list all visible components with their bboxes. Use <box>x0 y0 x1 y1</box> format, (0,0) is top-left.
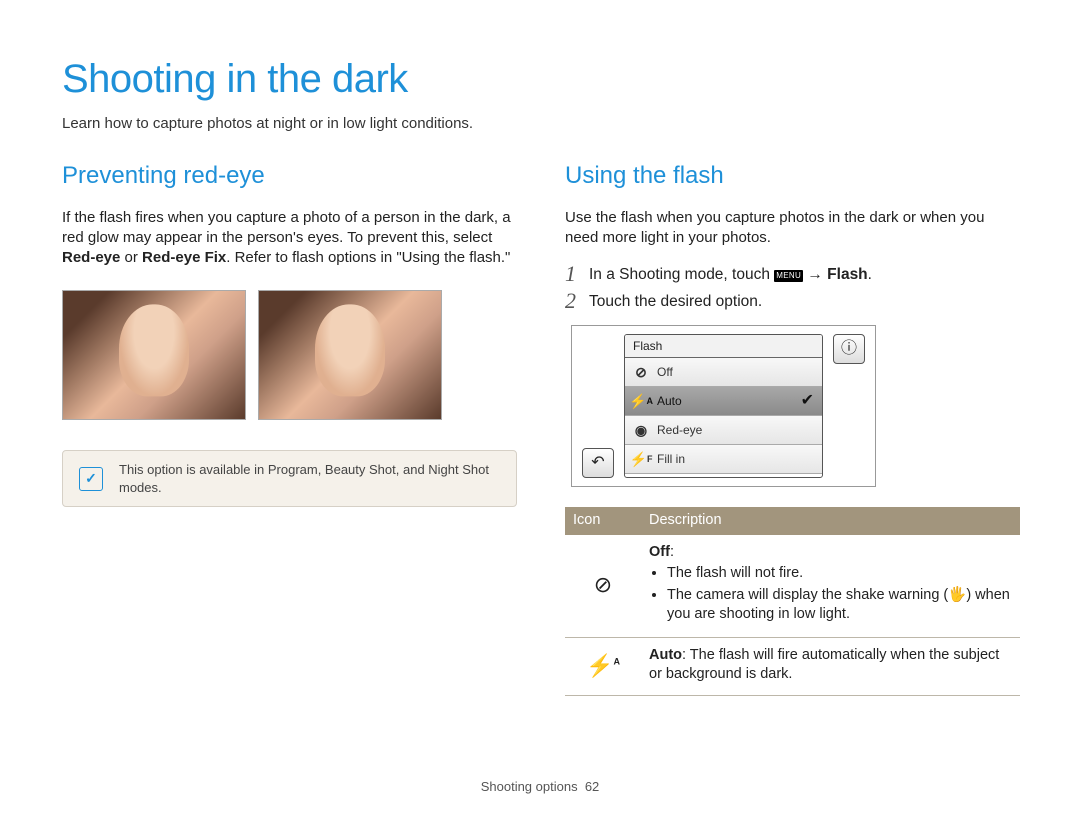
back-button[interactable]: ↶ <box>582 448 614 478</box>
red-eye-icon: ◉ <box>633 422 649 438</box>
example-photo-row <box>62 290 517 420</box>
note-icon: ✓ <box>79 467 103 491</box>
row-title: Auto <box>649 647 682 663</box>
menu-item-fill-in[interactable]: ⚡F Fill in <box>625 445 822 474</box>
row-bullet: The camera will display the shake warnin… <box>667 586 1012 625</box>
flash-body: Use the flash when you capture photos in… <box>565 208 1020 249</box>
menu-item-red-eye[interactable]: ◉ Red-eye <box>625 416 822 445</box>
txt: In a Shooting mode, touch <box>589 266 774 283</box>
txt: Touch the desired option. <box>589 290 762 313</box>
heading-preventing-red-eye: Preventing red-eye <box>62 160 517 192</box>
menu-item-label: Off <box>657 364 673 380</box>
step-1: 1 In a Shooting mode, touch MENU → Flash… <box>565 263 1020 286</box>
flash-off-icon: ⊘ <box>565 535 641 638</box>
column-using-the-flash: Using the flash Use the flash when you c… <box>565 160 1020 696</box>
menu-title: Flash <box>625 335 822 358</box>
txt: or <box>120 249 142 266</box>
table-row: ⊘ Off: The flash will not fire. The came… <box>565 535 1020 638</box>
bold-red-eye-fix: Red-eye Fix <box>142 249 226 266</box>
page-intro: Learn how to capture photos at night or … <box>62 114 1020 134</box>
example-photo-red-eye <box>62 290 246 420</box>
bold-red-eye: Red-eye <box>62 249 120 266</box>
menu-item-auto[interactable]: ⚡A Auto ✔ <box>625 387 822 416</box>
table-row: ⚡A Auto: The flash will fire automatical… <box>565 637 1020 695</box>
footer-page-number: 62 <box>585 779 599 794</box>
menu-item-label: Fill in <box>657 451 685 467</box>
heading-using-the-flash: Using the flash <box>565 160 1020 192</box>
check-icon: ✔ <box>801 390 814 412</box>
menu-item-off[interactable]: ⊘ Off <box>625 358 822 387</box>
col-head-description: Description <box>641 507 1020 535</box>
txt: → <box>803 266 827 283</box>
flash-fill-icon: ⚡F <box>633 451 649 467</box>
step-number: 2 <box>565 290 583 312</box>
bold-flash: Flash <box>827 266 867 283</box>
info-button[interactable]: ⓘ <box>833 334 865 364</box>
row-rest: : The flash will fire automatically when… <box>649 647 999 683</box>
menu-item-label: Red-eye <box>657 422 702 438</box>
col-head-icon: Icon <box>565 507 641 535</box>
note-text: This option is available in Program, Bea… <box>119 461 500 496</box>
flash-off-icon: ⊘ <box>633 364 649 380</box>
page-title: Shooting in the dark <box>62 52 1020 106</box>
menu-item-label: Auto <box>657 393 682 409</box>
txt: . <box>868 266 872 283</box>
txt: . Refer to flash options in "Using the f… <box>226 249 510 266</box>
column-preventing-red-eye: Preventing red-eye If the flash fires wh… <box>62 160 517 696</box>
step-2: 2 Touch the desired option. <box>565 290 1020 313</box>
footer-section: Shooting options <box>481 779 578 794</box>
example-photo-fixed <box>258 290 442 420</box>
txt: If the flash fires when you capture a ph… <box>62 209 511 246</box>
flash-auto-icon: ⚡A <box>633 393 649 409</box>
device-menu-screenshot: ↶ Flash ⊘ Off ⚡A Auto ✔ ◉ Red-eye <box>571 325 876 487</box>
row-bullet: The flash will not fire. <box>667 564 1012 584</box>
row-title: Off <box>649 544 670 560</box>
flash-options-table: Icon Description ⊘ Off: The flash will n… <box>565 507 1020 696</box>
page-footer: Shooting options 62 <box>0 778 1080 796</box>
red-eye-body: If the flash fires when you capture a ph… <box>62 208 517 269</box>
step-number: 1 <box>565 263 583 285</box>
flash-auto-icon: ⚡A <box>565 637 641 695</box>
menu-chip-icon: MENU <box>774 270 803 282</box>
note-box: ✓ This option is available in Program, B… <box>62 450 517 507</box>
